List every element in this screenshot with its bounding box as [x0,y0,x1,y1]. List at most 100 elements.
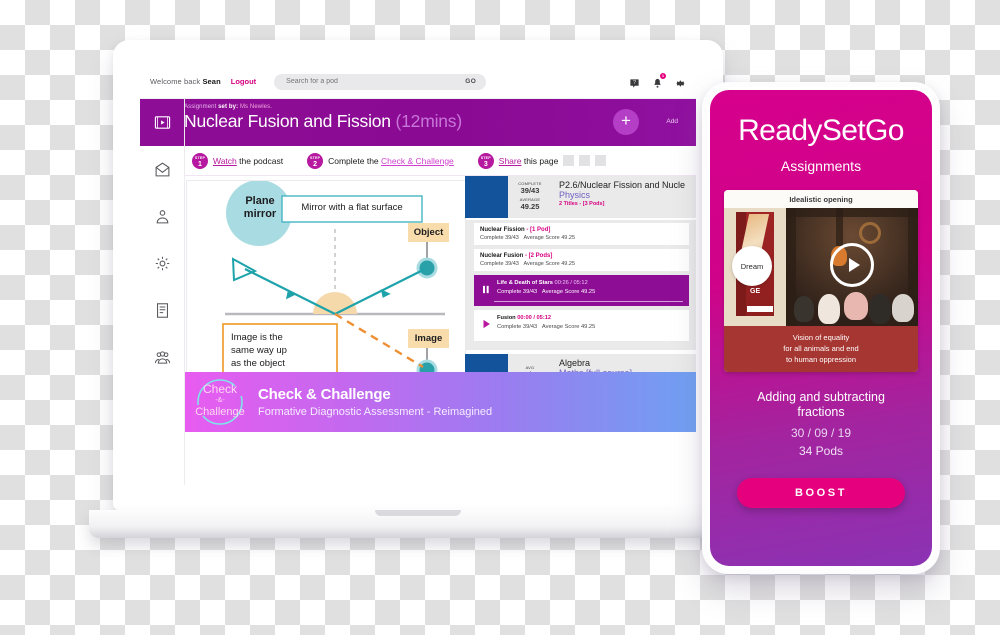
header-icon-group: ? 1 [629,73,686,88]
pod-stats: Complete 39/43 Average Score 49.25 [497,324,683,330]
pod-row-paused[interactable]: Fusion 00:00 / 05:12 Complete 39/43 Aver… [474,310,689,341]
play-icon[interactable] [482,315,492,334]
step-1-rest: the podcast [236,155,284,166]
step-1-word: STEP [194,156,206,160]
steps-bar: STEP 1 Watch the podcast STEP 2 Complete… [184,146,696,176]
gear-icon[interactable] [675,76,686,87]
sidebar-item-pods[interactable] [140,99,184,146]
step-2-number: 2 [313,161,318,168]
step-3-link[interactable]: Share [499,156,522,166]
course-title: Algebra [559,358,591,368]
phone-assignment-line1: Adding and subtracting [757,390,885,404]
step-3[interactable]: STEP 3 Share this page [477,152,607,169]
sidebar-item-reports[interactable] [140,287,184,334]
app-header: Welcome back Sean Logout GO ? 1 [140,65,696,99]
phone-inner-bezel: ReadySetGo Assignments Idealistic openin… [707,87,935,569]
topic-row-fission[interactable]: Nuclear Fission - [1 Pod] Complete 39/43… [474,223,689,245]
diagram-term-line2: mirror [243,208,277,220]
add-button[interactable]: + [613,109,639,135]
pod-progress-bar[interactable] [494,301,683,302]
assignment-meta-setby: set by: [218,104,239,110]
course-sublist: Nuclear Fission - [1 Pod] Complete 39/43… [465,220,696,350]
phone-assignment-title: Adding and subtracting fractions [734,390,908,420]
media-body: F GE Dream [724,208,918,326]
step-1-number: 1 [198,161,202,168]
book-illustration: F GE Dream [724,208,786,326]
video-thumbnail[interactable] [786,208,918,326]
notification-badge: 1 [660,73,666,79]
share-square-3[interactable] [595,155,607,166]
course-card-physics[interactable]: COMPLETE 39/43 AVERAGE 49.25 P2.6/Nuclea… [465,176,696,218]
course-average-value: 49.25 [520,202,540,211]
phone-screen: ReadySetGo Assignments Idealistic openin… [710,90,932,566]
media-caption: Idealistic opening [724,190,918,208]
topic-title: Nuclear Fusion - [2 Pods] [480,253,683,259]
banner-title: Check & Challenge [258,386,391,403]
step-3-label: Share this page [499,156,559,166]
step-3-word: STEP [480,156,491,160]
step-1-badge[interactable]: STEP 1 [192,152,208,169]
phone-assignment-line2: fractions [797,405,845,419]
laptop-notch [375,510,461,516]
topic-pods: - [1 Pod] [526,227,551,233]
barn-wheel [858,222,881,244]
animal-5 [891,294,914,322]
boost-button[interactable]: BOOST [737,478,905,508]
step-2-word: STEP [310,156,321,160]
assignment-meta: Assignment set by: Ms Newles. [184,104,696,110]
media-card[interactable]: Idealistic opening F GE Dream [724,190,918,372]
course-list[interactable]: COMPLETE 39/43 AVERAGE 49.25 P2.6/Nuclea… [465,176,696,372]
assignment-meta-setter: Ms Newles. [239,104,272,110]
book-strip [747,306,773,312]
diagram-note: Image is the same way up as the object [231,331,331,370]
animal-2 [817,294,840,324]
step-2-link[interactable]: Check & Challenge [381,156,454,166]
step-3-badge[interactable]: STEP 3 [477,152,494,169]
welcome-text: Welcome back Sean [150,77,221,86]
topic-pods: - [2 Pods] [525,253,553,259]
step-3-number: 3 [483,161,488,168]
laptop-screen: Welcome back Sean Logout GO ? 1 [140,65,696,485]
sidebar-item-settings[interactable] [140,240,184,287]
step-2-badge[interactable]: STEP 2 [307,152,324,169]
step-3-rest: this page [521,155,559,166]
step-1-label: Watch the podcast [213,156,283,166]
diagram-term: Plane mirror [233,195,287,221]
pause-icon[interactable] [482,280,492,299]
bell-icon[interactable]: 1 [652,73,666,88]
pod-row-playing[interactable]: Life & Death of Stars 00:26 / 05:12 Comp… [474,275,689,306]
welcome-username: Sean [202,77,221,86]
course-complete-value: 39/43 [520,186,540,195]
search-go-button[interactable]: GO [465,78,476,85]
phone-assignment-date: 30 / 09 / 19 [790,426,852,440]
play-triangle [848,257,860,272]
play-icon[interactable] [830,242,874,287]
diagram-image-label: Image [414,333,443,344]
help-icon[interactable]: ? [629,76,640,88]
topic-complete: Complete 39/43 [480,235,519,241]
diagram-object-label: Object [413,227,444,238]
course-thumbnail [465,176,508,218]
check-and-challenge-banner[interactable]: Check -&- Challenge Check & Challenge Fo… [184,372,696,432]
document-icon [156,303,168,318]
step-2[interactable]: STEP 2 Complete the Check & Challenge [307,152,454,169]
diagram-note-line1: Image is the [231,332,283,343]
course-info: Algebra Maths [full course] [552,354,696,372]
search-input[interactable] [284,77,466,86]
search-bar[interactable]: GO [274,73,487,90]
course-thumbnail [465,354,508,372]
share-square-1[interactable] [563,155,575,166]
share-square-2[interactable] [579,155,591,166]
logout-link[interactable]: Logout [231,77,256,86]
step-1-link[interactable]: Watch [213,156,237,166]
app-brand: ReadySetGo [738,114,904,147]
laptop-mockup: Welcome back Sean Logout GO ? 1 [89,40,747,538]
sidebar-item-inbox[interactable] [140,146,184,193]
topic-row-fusion[interactable]: Nuclear Fusion - [2 Pods] Complete 39/43… [474,249,689,271]
sidebar-item-profile[interactable] [140,193,184,240]
step-1[interactable]: STEP 1 Watch the podcast [192,152,283,169]
logo-amp: -&- [215,397,225,404]
gear-icon [155,256,169,271]
course-card-maths[interactable]: AVG 39/43 AVG Algebra Maths [full course… [465,354,696,372]
sidebar-item-groups[interactable] [140,334,184,381]
